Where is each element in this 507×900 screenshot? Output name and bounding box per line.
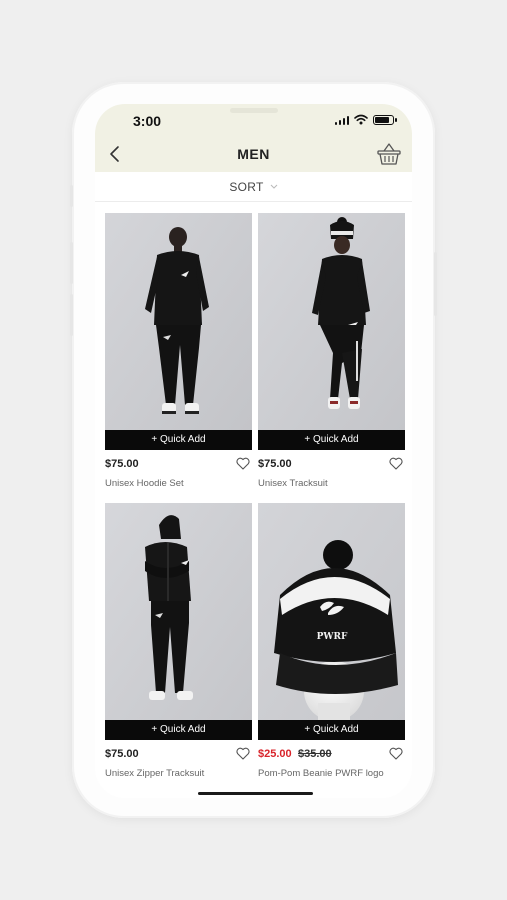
product-name[interactable]: Pom-Pom Beanie PWRF logo <box>258 768 405 779</box>
app-screen: 3:00 MEN SORT + Quick Add $75.00 Unisex … <box>95 104 412 798</box>
price-row: $75.00 <box>258 457 405 473</box>
product-image[interactable]: PWRF <box>258 503 405 720</box>
product-image[interactable] <box>258 213 405 430</box>
phone-side-button <box>70 185 73 207</box>
product-name[interactable]: Unisex Zipper Tracksuit <box>105 768 252 779</box>
price: $75.00 <box>258 458 292 470</box>
heart-icon[interactable] <box>389 457 403 470</box>
price-row: $25.00 $35.00 <box>258 747 405 763</box>
heart-icon[interactable] <box>236 747 250 760</box>
price-row: $75.00 <box>105 747 252 763</box>
price-row: $75.00 <box>105 457 252 473</box>
beanie-logo-text: PWRF <box>317 632 348 642</box>
home-indicator[interactable] <box>198 792 313 795</box>
signal-icon <box>334 115 349 125</box>
sale-price: $25.00 <box>258 748 292 760</box>
basket-icon[interactable] <box>376 142 402 166</box>
wifi-icon <box>354 114 368 125</box>
quick-add-button[interactable]: + Quick Add <box>105 430 252 450</box>
original-price: $35.00 <box>298 748 332 760</box>
product-name[interactable]: Unisex Hoodie Set <box>105 478 252 489</box>
chevron-down-icon <box>270 184 278 189</box>
quick-add-button[interactable]: + Quick Add <box>258 430 405 450</box>
sort-button[interactable]: SORT <box>95 172 412 202</box>
heart-icon[interactable] <box>236 457 250 470</box>
sort-label: SORT <box>229 179 264 194</box>
battery-icon <box>373 114 397 125</box>
price: $75.00 <box>105 458 139 470</box>
status-time: 3:00 <box>133 113 162 129</box>
quick-add-button[interactable]: + Quick Add <box>258 720 405 740</box>
status-icons <box>334 114 397 125</box>
speaker-notch <box>230 108 278 113</box>
product-image[interactable] <box>105 503 252 720</box>
quick-add-button[interactable]: + Quick Add <box>105 720 252 740</box>
page-title: MEN <box>237 146 270 162</box>
product-name[interactable]: Unisex Tracksuit <box>258 478 405 489</box>
price: $75.00 <box>105 748 139 760</box>
phone-side-button <box>70 242 73 284</box>
phone-side-button <box>70 294 73 336</box>
heart-icon[interactable] <box>389 747 403 760</box>
phone-side-button <box>434 252 437 316</box>
product-image[interactable] <box>105 213 252 430</box>
header: 3:00 MEN <box>95 104 412 172</box>
